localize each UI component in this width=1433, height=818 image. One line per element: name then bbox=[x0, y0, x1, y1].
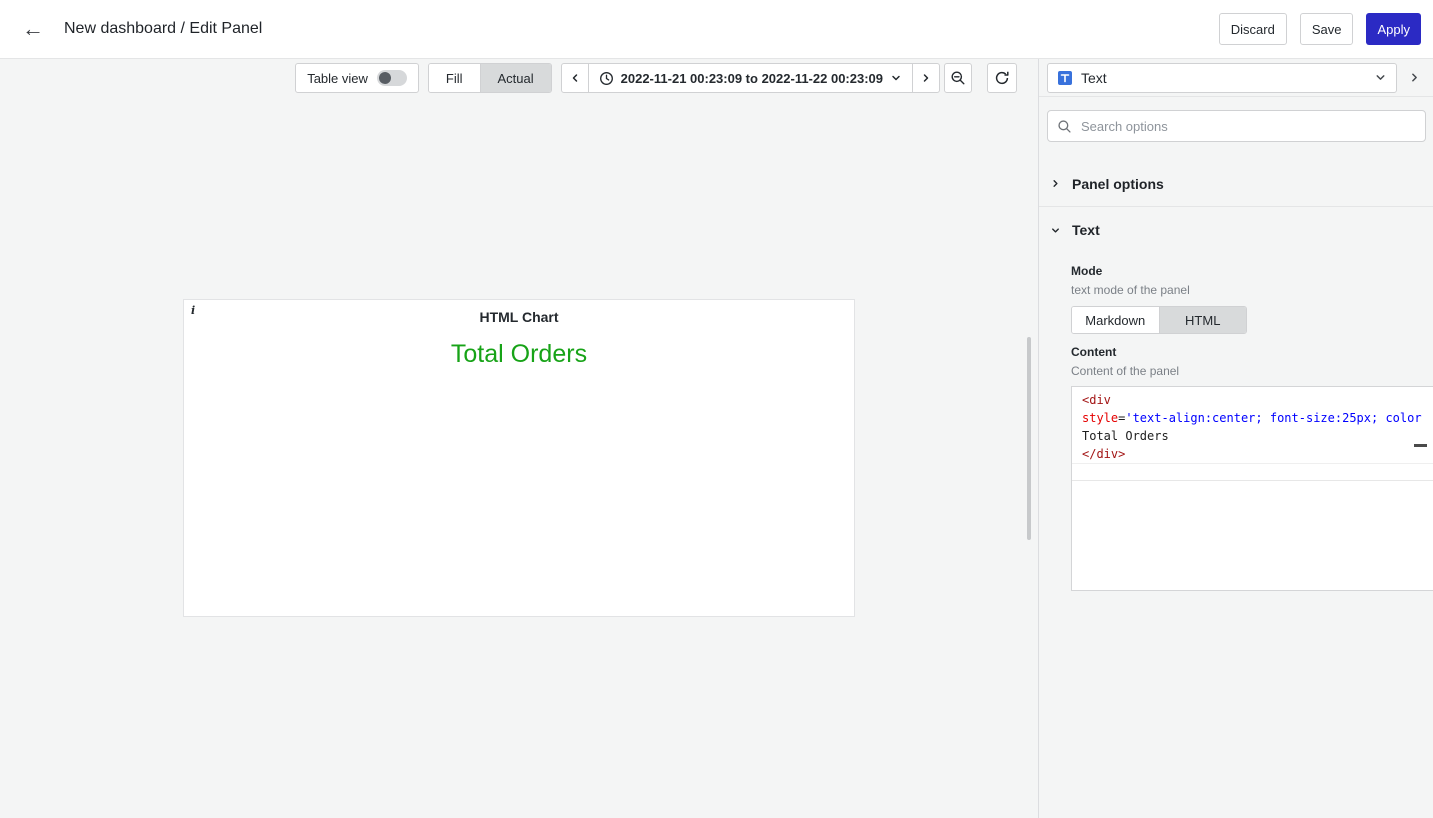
panel-options-pane: Text Panel options Text M bbox=[1038, 59, 1433, 818]
time-back-button[interactable] bbox=[560, 63, 589, 93]
header-actions: Discard Save Apply bbox=[1218, 13, 1421, 45]
chevron-right-icon bbox=[1050, 178, 1061, 189]
code-line: Total Orders bbox=[1082, 427, 1433, 445]
time-range-text: 2022-11-21 00:23:09 to 2022-11-22 00:23:… bbox=[620, 70, 883, 86]
visualization-row: Text bbox=[1039, 59, 1433, 97]
zoom-out-icon bbox=[950, 70, 966, 86]
panel-edit-toolbar: Table view Fill Actual 2022-11-21 00:23:… bbox=[0, 59, 1038, 97]
panel-options-section-label: Panel options bbox=[1072, 175, 1164, 192]
chevron-down-icon bbox=[1050, 225, 1061, 236]
fill-option-button[interactable]: Fill bbox=[428, 64, 480, 92]
mode-radio-group: Markdown HTML bbox=[1071, 306, 1247, 334]
breadcrumb-title: New dashboard / Edit Panel bbox=[64, 20, 263, 37]
minimap-marker bbox=[1414, 444, 1427, 447]
canvas-scrollbar-thumb[interactable] bbox=[1027, 337, 1031, 540]
apply-button[interactable]: Apply bbox=[1366, 13, 1421, 45]
markdown-option-button[interactable]: Markdown bbox=[1072, 307, 1159, 333]
time-range-picker-button[interactable]: 2022-11-21 00:23:09 to 2022-11-22 00:23:… bbox=[587, 63, 913, 93]
toggle-knob bbox=[378, 72, 391, 84]
table-view-control: Table view bbox=[295, 63, 419, 93]
visualization-picker[interactable]: Text bbox=[1047, 62, 1397, 93]
chevron-right-icon bbox=[920, 72, 932, 84]
content-code-editor[interactable]: <div style='text-align:center; font-size:… bbox=[1071, 386, 1433, 591]
code-line bbox=[1072, 463, 1433, 481]
collapse-options-button[interactable] bbox=[1401, 64, 1427, 92]
panel-title: HTML Chart bbox=[479, 308, 559, 325]
refresh-button[interactable] bbox=[987, 63, 1017, 93]
top-header: ← New dashboard / Edit Panel Discard Sav… bbox=[0, 0, 1433, 59]
panel-preview[interactable]: i HTML Chart Total Orders bbox=[183, 298, 855, 617]
search-icon bbox=[1057, 119, 1072, 134]
code-token: <div bbox=[1082, 393, 1111, 407]
chevron-down-icon bbox=[890, 72, 902, 84]
text-panel-icon bbox=[1057, 70, 1073, 86]
table-view-toggle[interactable] bbox=[376, 70, 407, 86]
code-token: </div> bbox=[1082, 447, 1126, 461]
search-options-row bbox=[1039, 97, 1433, 152]
mode-label: Mode bbox=[1071, 264, 1103, 278]
actual-option-button[interactable]: Actual bbox=[479, 64, 551, 92]
text-section-content: Mode text mode of the panel Markdown HTM… bbox=[1039, 264, 1433, 591]
save-button[interactable]: Save bbox=[1299, 13, 1354, 45]
search-options-input[interactable] bbox=[1079, 117, 1416, 135]
zoom-out-button[interactable] bbox=[944, 63, 972, 93]
refresh-icon bbox=[994, 70, 1010, 86]
code-token: 'text-align:center; font-size:25px; colo… bbox=[1125, 411, 1422, 425]
code-line: <div bbox=[1082, 391, 1433, 409]
time-range-controls: 2022-11-21 00:23:09 to 2022-11-22 00:23:… bbox=[560, 63, 972, 93]
code-line: style='text-align:center; font-size:25px… bbox=[1082, 409, 1433, 427]
code-token: style bbox=[1082, 411, 1119, 425]
content-description: Content of the panel bbox=[1071, 364, 1180, 378]
panel-options-section-header[interactable]: Panel options bbox=[1039, 161, 1433, 207]
code-token: Total Orders bbox=[1082, 429, 1169, 443]
discard-button[interactable]: Discard bbox=[1218, 13, 1287, 45]
html-option-button[interactable]: HTML bbox=[1158, 307, 1246, 333]
visualization-label: Text bbox=[1081, 69, 1107, 86]
chevron-right-icon bbox=[1408, 71, 1421, 84]
clock-icon bbox=[599, 71, 614, 86]
code-lines: <div style='text-align:center; font-size:… bbox=[1072, 391, 1433, 481]
search-box bbox=[1047, 110, 1426, 142]
back-arrow-icon[interactable]: ← bbox=[18, 18, 48, 40]
panel-info-icon[interactable]: i bbox=[191, 304, 195, 317]
chevron-down-icon bbox=[1374, 71, 1387, 84]
code-line: </div> bbox=[1082, 445, 1433, 463]
text-section-label: Text bbox=[1072, 222, 1100, 238]
table-view-label: Table view bbox=[307, 70, 368, 86]
panel-html-content: Total Orders bbox=[450, 339, 588, 368]
text-section-header[interactable]: Text bbox=[1039, 207, 1433, 253]
display-mode-group: Fill Actual bbox=[427, 63, 552, 93]
dashboard-canvas: i HTML Chart Total Orders bbox=[0, 97, 1038, 818]
content-label: Content bbox=[1071, 345, 1117, 359]
time-forward-button[interactable] bbox=[912, 63, 940, 93]
chevron-left-icon bbox=[569, 72, 581, 84]
mode-description: text mode of the panel bbox=[1071, 283, 1190, 297]
